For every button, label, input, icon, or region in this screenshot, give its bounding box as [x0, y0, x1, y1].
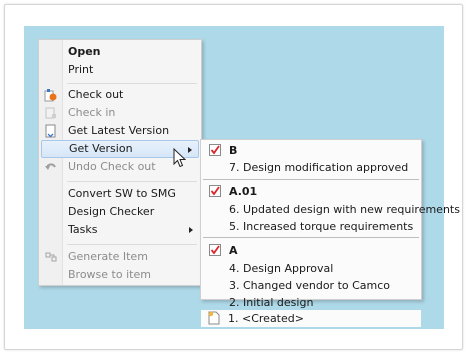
check-out-icon	[44, 89, 57, 102]
submenu-arrow-icon	[189, 227, 193, 233]
undo-icon	[45, 163, 56, 170]
menu-item-check-out[interactable]: Check out	[41, 86, 199, 104]
checked-checkbox-icon	[209, 144, 221, 156]
submenu-arrow-icon	[188, 147, 192, 153]
submenu-separator	[203, 179, 419, 180]
menu-item-label: Get Latest Version	[68, 124, 170, 137]
version-item-created[interactable]: 1. <Created>	[201, 310, 421, 327]
version-item[interactable]: 5. Increased torque requirements	[202, 218, 420, 235]
revision-label: B	[229, 144, 238, 157]
menu-item-label: Convert SW to SMG	[68, 187, 176, 200]
menu-item-label: Browse to item	[68, 268, 151, 281]
revision-item-b[interactable]: B	[202, 142, 420, 159]
menu-item-design-checker[interactable]: Design Checker	[41, 203, 199, 221]
menu-item-print[interactable]: Print	[41, 61, 199, 79]
menu-item-label: Print	[68, 63, 94, 76]
menu-separator	[67, 181, 197, 182]
checked-checkbox-icon	[209, 244, 221, 256]
revision-label: A	[229, 244, 238, 257]
menu-item-tasks[interactable]: Tasks	[41, 221, 199, 239]
version-label: 2. Initial design	[229, 296, 314, 309]
revision-item-a01[interactable]: A.01	[202, 183, 420, 200]
menu-item-label: Generate Item	[68, 250, 148, 263]
revision-label: A.01	[229, 185, 258, 198]
revision-item-a[interactable]: A	[202, 242, 420, 259]
menu-item-label: Design Checker	[68, 205, 155, 218]
menu-item-label: Check out	[68, 88, 124, 101]
menu-item-generate-item[interactable]: Generate Item	[41, 248, 199, 266]
menu-item-label: Tasks	[68, 223, 98, 236]
menu-item-browse-to-item[interactable]: Browse to item	[41, 266, 199, 284]
menu-item-label: Open	[68, 45, 101, 58]
menu-item-label: Get Version	[69, 142, 133, 155]
version-label: 5. Increased torque requirements	[229, 220, 414, 233]
menu-separator	[67, 83, 197, 84]
generate-item-icon	[45, 252, 57, 262]
version-label: 7. Design modification approved	[229, 161, 409, 174]
menu-item-label: Check in	[68, 106, 116, 119]
version-item[interactable]: 6. Updated design with new requirements	[202, 201, 460, 218]
version-item[interactable]: 7. Design modification approved	[202, 159, 420, 176]
get-latest-version-icon	[45, 124, 56, 138]
version-submenu: B 7. Design modification approved A.01 6…	[200, 139, 460, 309]
menu-item-open[interactable]: Open	[41, 43, 199, 61]
checked-checkbox-icon	[209, 185, 221, 197]
menu-item-get-latest-version[interactable]: Get Latest Version	[41, 122, 199, 140]
submenu-separator	[203, 237, 419, 238]
menu-item-convert-sw-to-smg[interactable]: Convert SW to SMG	[41, 185, 199, 203]
version-label: 4. Design Approval	[229, 262, 334, 275]
menu-separator	[67, 244, 197, 245]
version-label: 6. Updated design with new requirements	[229, 203, 460, 216]
version-label: 3. Changed vendor to Camco	[229, 279, 391, 292]
version-item[interactable]: 4. Design Approval	[202, 260, 420, 277]
menu-item-check-in[interactable]: Check in	[41, 104, 199, 122]
mouse-cursor-icon	[173, 148, 187, 168]
version-item[interactable]: 3. Changed vendor to Camco	[202, 277, 420, 294]
menu-item-label: Undo Check out	[68, 160, 156, 173]
version-label: 1. <Created>	[228, 312, 304, 325]
check-in-icon	[45, 107, 56, 119]
version-item[interactable]: 2. Initial design	[202, 294, 420, 311]
created-file-icon	[208, 311, 220, 325]
